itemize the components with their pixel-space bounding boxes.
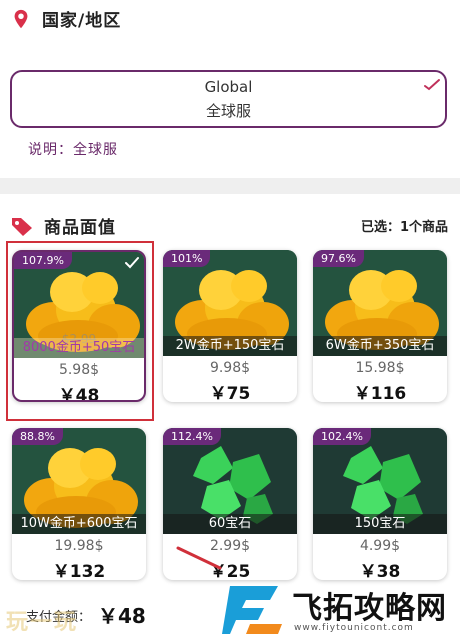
price-cny: ￥132 (52, 562, 106, 580)
region-title: 国家/地区 (42, 11, 122, 31)
product-card[interactable]: 88.8% 10W金币+600宝石 19.98$ ￥132 (12, 428, 146, 580)
product-header: 商品面值 已选：1个商品 (10, 213, 450, 238)
price-cny: ￥38 (359, 562, 401, 580)
payment-amount: ￥48 (98, 604, 146, 628)
product-title: 商品面值 (44, 218, 116, 238)
region-option-subname: 全球服 (205, 102, 251, 120)
value-badge: 101% (163, 250, 211, 267)
annotation-arrow-icon (176, 546, 222, 570)
price-usd: 15.98$ (355, 360, 405, 376)
price-tag-icon (12, 217, 32, 236)
section-divider (0, 178, 460, 194)
price-usd: 4.99$ (359, 538, 401, 554)
check-icon (424, 79, 440, 91)
region-option-global[interactable]: Global 全球服 (10, 70, 447, 128)
watermark-site-name: 飞拓攻略网 (292, 591, 447, 626)
selection-highlight-box (6, 241, 154, 421)
value-badge: 112.4% (163, 428, 221, 445)
location-pin-icon (14, 9, 28, 28)
region-header: 国家/地区 (10, 6, 121, 31)
price-cny: ￥75 (209, 384, 251, 402)
product-card[interactable]: 101% 2W金币+150宝石 9.98$ ￥75 (163, 250, 297, 402)
product-name: 150宝石 (313, 514, 447, 534)
product-name: 6W金币+350宝石 (313, 336, 447, 356)
value-badge: 88.8% (12, 428, 63, 445)
value-badge: 102.4% (313, 428, 371, 445)
selected-count: 已选：1个商品 (360, 220, 448, 235)
watermark-url: www.fiytounicont.com (294, 623, 414, 633)
product-name: 10W金币+600宝石 (12, 514, 146, 534)
price-usd: 9.98$ (209, 360, 251, 376)
product-name: 60宝石 (163, 514, 297, 534)
watermark-left: 玩一玩 (6, 610, 79, 635)
region-section: 国家/地区 Global 全球服 说明：全球服 (0, 0, 460, 178)
product-name: 2W金币+150宝石 (163, 336, 297, 356)
product-card[interactable]: 97.6% 6W金币+350宝石 15.98$ ￥116 (313, 250, 447, 402)
value-badge: 97.6% (313, 250, 364, 267)
price-cny: ￥116 (353, 384, 407, 402)
region-note: 说明：全球服 (28, 142, 118, 158)
site-logo-icon (222, 586, 282, 634)
region-option-name: Global (204, 78, 253, 96)
product-card[interactable]: 102.4% 150宝石 4.99$ ￥38 (313, 428, 447, 580)
price-usd: 19.98$ (54, 538, 104, 554)
